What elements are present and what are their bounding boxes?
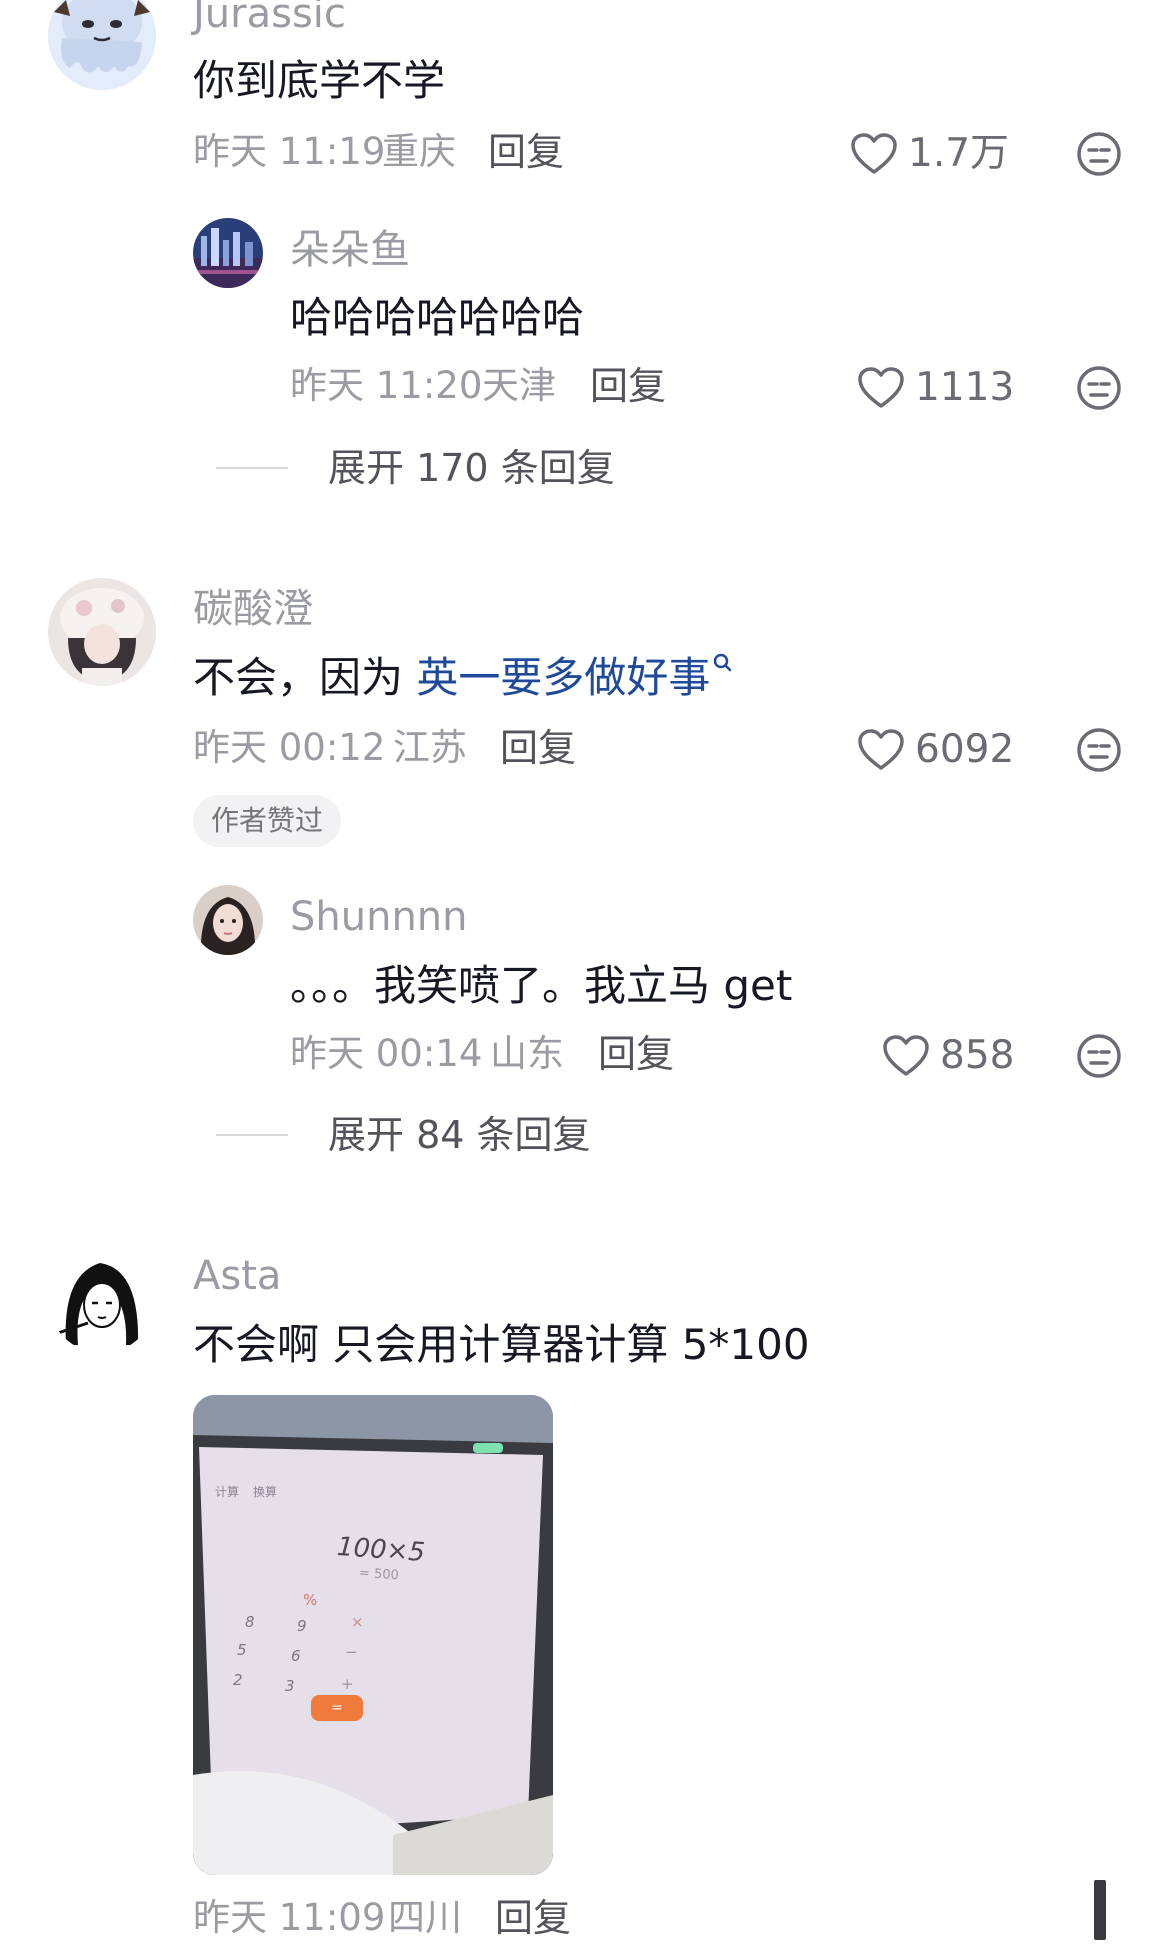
calc-key: 9 bbox=[297, 1617, 307, 1635]
like-count: 6092 bbox=[915, 727, 1015, 772]
like-count: 1.7万 bbox=[908, 131, 1010, 176]
calculator-photo bbox=[193, 1395, 553, 1875]
comment-username[interactable]: 碳酸澄 bbox=[193, 585, 313, 633]
reply-button[interactable]: 回复 bbox=[500, 726, 576, 770]
expand-replies-button[interactable]: 展开 170 条回复 bbox=[216, 446, 615, 490]
author-liked-badge: 作者赞过 bbox=[193, 795, 342, 847]
octopus-avatar-icon bbox=[48, 0, 156, 90]
comment-time: 昨天 00:12 bbox=[193, 726, 386, 769]
comment-time: 昨天 11:19 bbox=[193, 130, 386, 173]
reply-username[interactable]: Shunnnn bbox=[290, 893, 468, 941]
like-button[interactable]: 1.7万 bbox=[850, 132, 1009, 176]
comment-username[interactable]: Asta bbox=[193, 1252, 281, 1300]
avatar[interactable] bbox=[48, 578, 156, 686]
comment-time: 昨天 11:09 bbox=[193, 1896, 386, 1939]
dislike-face-icon[interactable] bbox=[1076, 1033, 1122, 1079]
expand-replies-label: 展开 84 条回复 bbox=[328, 1113, 591, 1157]
calc-key: 8 bbox=[245, 1613, 255, 1631]
avatar[interactable] bbox=[48, 0, 156, 90]
reply-text: 哈哈哈哈哈哈哈 bbox=[290, 293, 585, 342]
divider bbox=[216, 467, 288, 469]
reply-button[interactable]: 回复 bbox=[598, 1032, 674, 1076]
calc-key: − bbox=[345, 1643, 358, 1661]
heart-icon bbox=[858, 729, 904, 770]
dislike-face-icon[interactable] bbox=[1076, 365, 1122, 411]
like-count: 858 bbox=[940, 1033, 1015, 1078]
reply-text: 。。。我笑喷了。我立马 get bbox=[290, 961, 793, 1010]
comment-image[interactable]: 计算 换算 100×5 = 500 % × 8 9 5 6 − 2 3 + = bbox=[193, 1395, 553, 1875]
city-night-avatar-icon bbox=[193, 218, 263, 288]
girl-bonnet-avatar-icon bbox=[48, 578, 156, 686]
like-button[interactable]: 6092 bbox=[857, 728, 1014, 772]
reply-button[interactable]: 回复 bbox=[488, 130, 564, 174]
search-link[interactable]: 英一要多做好事 bbox=[416, 653, 710, 702]
heart-icon bbox=[883, 1035, 929, 1076]
avatar[interactable] bbox=[193, 218, 263, 288]
like-button[interactable]: 858 bbox=[882, 1034, 1014, 1078]
calc-key: % bbox=[303, 1591, 318, 1609]
reply-location: 山东 bbox=[490, 1032, 564, 1075]
search-icon[interactable] bbox=[712, 652, 734, 680]
calc-display: 100×5 bbox=[336, 1531, 426, 1569]
reply-button[interactable]: 回复 bbox=[495, 1896, 571, 1940]
calc-equals-key: = bbox=[311, 1695, 363, 1721]
calc-tabs: 计算 换算 bbox=[215, 1483, 277, 1500]
calc-key: 5 bbox=[237, 1641, 247, 1659]
like-count: 1113 bbox=[915, 365, 1015, 410]
comment-location: 四川 bbox=[388, 1896, 462, 1939]
reply-time: 昨天 11:20 bbox=[290, 364, 483, 407]
dislike-face-icon[interactable] bbox=[1076, 131, 1122, 177]
dislike-face-icon[interactable] bbox=[1076, 727, 1122, 773]
calc-key: + bbox=[341, 1675, 354, 1693]
reply-username[interactable]: 朵朵鱼 bbox=[290, 226, 410, 274]
calc-key: 3 bbox=[285, 1677, 295, 1695]
comment-text: 不会啊 只会用计算器计算 5*100 bbox=[193, 1320, 810, 1369]
calc-tab: 计算 bbox=[215, 1485, 240, 1499]
comment-location: 江苏 bbox=[393, 726, 467, 769]
reply-location: 天津 bbox=[482, 364, 556, 407]
avatar[interactable] bbox=[193, 885, 263, 955]
comment-text-prefix: 不会，因为 bbox=[193, 653, 417, 702]
girl-portrait-avatar-icon bbox=[193, 885, 263, 955]
calc-result: = 500 bbox=[358, 1565, 400, 1584]
calc-key: 6 bbox=[291, 1647, 301, 1665]
heart-icon bbox=[858, 367, 904, 408]
expand-replies-button[interactable]: 展开 84 条回复 bbox=[216, 1113, 591, 1157]
comment-text: 你到底学不学 bbox=[193, 56, 446, 105]
divider bbox=[216, 1134, 288, 1136]
calc-key: 2 bbox=[233, 1671, 243, 1689]
reply-time: 昨天 00:14 bbox=[290, 1032, 483, 1075]
calc-equals-label: = bbox=[331, 1700, 343, 1716]
comment-location: 重庆 bbox=[382, 130, 456, 173]
comment-username[interactable]: Jurassic bbox=[193, 0, 346, 38]
calc-key: × bbox=[351, 1613, 364, 1631]
calc-tab: 换算 bbox=[253, 1485, 278, 1499]
reply-button[interactable]: 回复 bbox=[590, 364, 666, 408]
manga-girl-avatar-icon bbox=[48, 1245, 156, 1353]
heart-icon bbox=[851, 133, 897, 174]
comment-text: 不会，因为 英一要多做好事 bbox=[193, 652, 734, 704]
expand-replies-label: 展开 170 条回复 bbox=[328, 446, 615, 490]
like-button[interactable]: 1113 bbox=[857, 366, 1014, 410]
avatar[interactable] bbox=[48, 1245, 156, 1353]
scroll-indicator bbox=[1094, 1880, 1106, 1940]
